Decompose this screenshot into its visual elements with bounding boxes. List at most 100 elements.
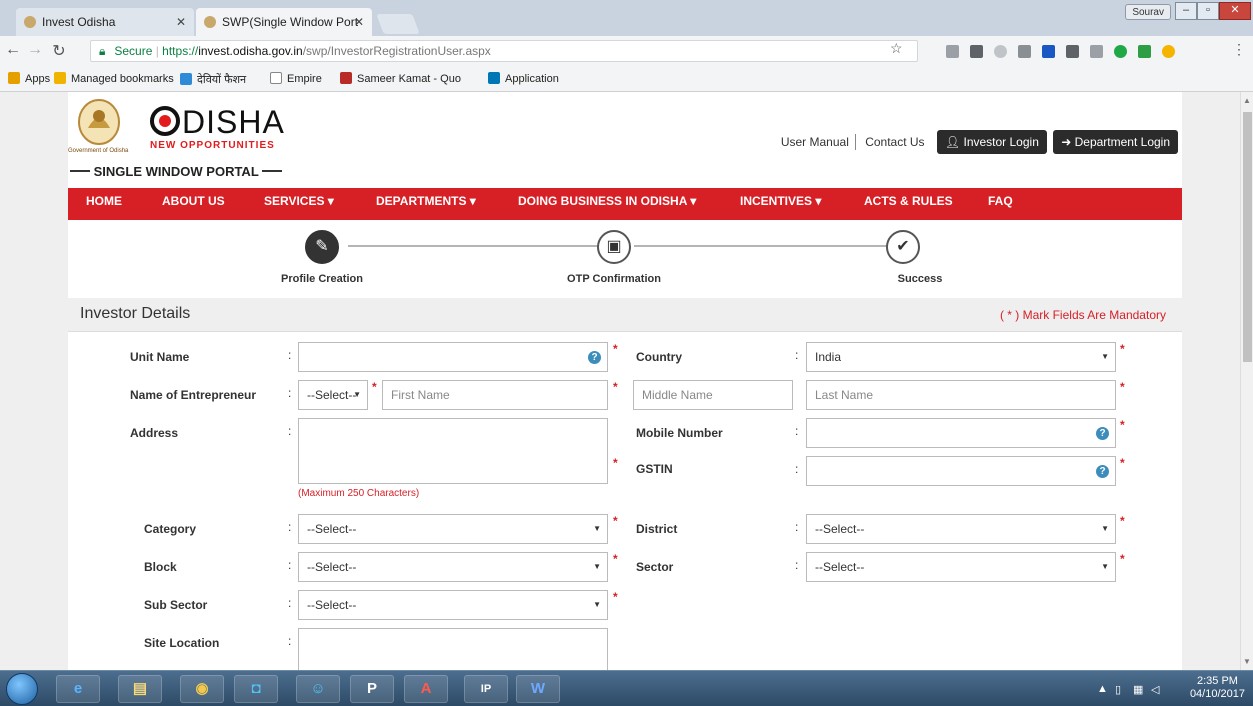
- investor-form: Unit Name : ? * Country : India ▼ * Name…: [68, 332, 1182, 670]
- dropdown-arrow-icon: ▼: [1101, 562, 1109, 571]
- contact-us-link[interactable]: Contact Us: [859, 130, 930, 154]
- p-app-icon[interactable]: P: [350, 675, 394, 703]
- bookmark-star-icon[interactable]: ☆: [890, 40, 903, 57]
- help-icon[interactable]: ?: [1096, 465, 1109, 478]
- extension-icon[interactable]: [1114, 45, 1127, 58]
- nav-faq[interactable]: FAQ: [988, 188, 1013, 214]
- profile-button[interactable]: Sourav: [1125, 4, 1171, 20]
- close-window-button[interactable]: ✕: [1219, 2, 1251, 20]
- sector-select[interactable]: --Select-- ▼: [806, 552, 1116, 582]
- odisha-favicon-icon: [204, 16, 216, 28]
- step-label-otp: OTP Confirmation: [567, 273, 661, 285]
- investor-details-header: Investor Details ( * ) Mark Fields Are M…: [68, 298, 1182, 332]
- chrome-icon[interactable]: ◉: [180, 675, 224, 703]
- extension-icon[interactable]: [1042, 45, 1055, 58]
- clock[interactable]: 2:35 PM 04/10/2017: [1190, 675, 1245, 701]
- forward-icon[interactable]: →: [26, 41, 44, 59]
- help-icon[interactable]: ?: [588, 351, 601, 364]
- scroll-thumb[interactable]: [1243, 112, 1252, 362]
- nav-about-us[interactable]: ABOUT US: [162, 188, 225, 214]
- tab-invest-odisha[interactable]: Invest Odisha ✕: [16, 8, 194, 36]
- logo-circle-icon: [150, 106, 180, 136]
- step-connector: [634, 245, 888, 247]
- extension-icon[interactable]: [994, 45, 1007, 58]
- gmail-extension-icon[interactable]: [1018, 45, 1031, 58]
- site-location-textarea[interactable]: [298, 628, 608, 670]
- top-links: User Manual Contact Us 👤︎ Investor Login…: [775, 130, 1178, 154]
- block-label: Block: [144, 560, 177, 574]
- reload-icon[interactable]: ↻: [50, 41, 68, 61]
- help-icon[interactable]: ?: [1096, 427, 1109, 440]
- gstin-input[interactable]: ?: [806, 456, 1116, 486]
- bookmark-apps[interactable]: Apps: [8, 72, 50, 85]
- file-explorer-icon[interactable]: ▤: [118, 675, 162, 703]
- close-tab-icon[interactable]: ✕: [176, 8, 186, 36]
- scroll-down-icon[interactable]: ▼: [1243, 657, 1251, 666]
- scroll-up-icon[interactable]: ▲: [1243, 96, 1251, 105]
- extension-icon[interactable]: [1162, 45, 1175, 58]
- ip-app-icon[interactable]: IP: [464, 675, 508, 703]
- quora-icon: [340, 72, 352, 84]
- volume-icon[interactable]: ◁: [1151, 683, 1159, 696]
- extension-icon[interactable]: [1090, 45, 1103, 58]
- check-extension-icon[interactable]: [1138, 45, 1151, 58]
- mobile-input[interactable]: ?: [806, 418, 1116, 448]
- nav-incentives[interactable]: INCENTIVES ▾: [740, 188, 821, 214]
- new-tab-button[interactable]: [376, 14, 420, 34]
- address-hint: (Maximum 250 Characters): [298, 488, 420, 499]
- dropdown-arrow-icon: ▼: [593, 600, 601, 609]
- salutation-select[interactable]: --Select-- ▼: [298, 380, 368, 410]
- minimize-button[interactable]: –: [1175, 2, 1197, 20]
- investor-login-button[interactable]: 👤︎ Investor Login: [936, 130, 1047, 154]
- sub-sector-label: Sub Sector: [144, 598, 208, 612]
- category-select[interactable]: --Select-- ▼: [298, 514, 608, 544]
- middle-name-input[interactable]: Middle Name: [633, 380, 793, 410]
- address-textarea[interactable]: [298, 418, 608, 484]
- nav-services[interactable]: SERVICES ▾: [264, 188, 334, 214]
- block-select[interactable]: --Select-- ▼: [298, 552, 608, 582]
- dropdown-arrow-icon: ▼: [593, 562, 601, 571]
- district-select[interactable]: --Select-- ▼: [806, 514, 1116, 544]
- bookmark-managed[interactable]: Managed bookmarks: [54, 72, 174, 85]
- extension-icon[interactable]: [1066, 45, 1079, 58]
- back-icon[interactable]: ←: [4, 41, 22, 59]
- bookmark-empire[interactable]: Empire: [270, 72, 322, 85]
- close-tab-icon[interactable]: ✕: [354, 8, 364, 36]
- url-input[interactable]: 🔒︎ Secure | https://invest.odisha.gov.in…: [90, 40, 918, 62]
- nav-home[interactable]: HOME: [86, 188, 122, 214]
- maximize-button[interactable]: ▫: [1197, 2, 1219, 20]
- menu-dots-icon[interactable]: ⋮: [1230, 41, 1248, 58]
- internet-explorer-icon[interactable]: e: [56, 675, 100, 703]
- gstin-label: GSTIN: [636, 462, 673, 476]
- extension-icon[interactable]: [970, 45, 983, 58]
- bookmark-fashion[interactable]: देवियों फैशन: [180, 72, 246, 87]
- nav-doing-business[interactable]: DOING BUSINESS IN ODISHA ▾: [518, 188, 696, 214]
- battery-icon[interactable]: ▯: [1115, 683, 1121, 696]
- bookmark-quora[interactable]: Sameer Kamat - Quo: [340, 72, 461, 85]
- start-button[interactable]: [6, 673, 38, 705]
- address-label: Address: [130, 426, 179, 440]
- nav-acts-rules[interactable]: ACTS & RULES: [864, 188, 953, 214]
- user-manual-link[interactable]: User Manual: [775, 130, 855, 154]
- extension-icon[interactable]: [946, 45, 959, 58]
- network-icon[interactable]: ▦: [1133, 683, 1143, 696]
- app-o-icon[interactable]: ◘: [234, 675, 278, 703]
- registration-steps: ✎ ▣ ✔ Profile Creation OTP Confirmation …: [68, 220, 1182, 290]
- tab-swp[interactable]: SWP(Single Window Port ✕: [196, 8, 372, 36]
- sign-in-icon: ➜: [1061, 135, 1075, 149]
- last-name-input[interactable]: Last Name: [806, 380, 1116, 410]
- acrobat-icon[interactable]: A: [404, 675, 448, 703]
- bookmark-application[interactable]: Application: [488, 72, 559, 85]
- step-connector: [348, 245, 598, 247]
- main-nav: HOME ABOUT US SERVICES ▾ DEPARTMENTS ▾ D…: [68, 188, 1182, 220]
- tray-expand-icon[interactable]: ▲: [1097, 683, 1108, 695]
- page-scrollbar[interactable]: ▲ ▼: [1240, 92, 1253, 670]
- unit-name-input[interactable]: ?: [298, 342, 608, 372]
- word-icon[interactable]: W: [516, 675, 560, 703]
- country-select[interactable]: India ▼: [806, 342, 1116, 372]
- department-login-button[interactable]: ➜ Department Login: [1053, 130, 1178, 154]
- people-app-icon[interactable]: ☺: [296, 675, 340, 703]
- sub-sector-select[interactable]: --Select-- ▼: [298, 590, 608, 620]
- nav-departments[interactable]: DEPARTMENTS ▾: [376, 188, 476, 214]
- first-name-input[interactable]: First Name: [382, 380, 608, 410]
